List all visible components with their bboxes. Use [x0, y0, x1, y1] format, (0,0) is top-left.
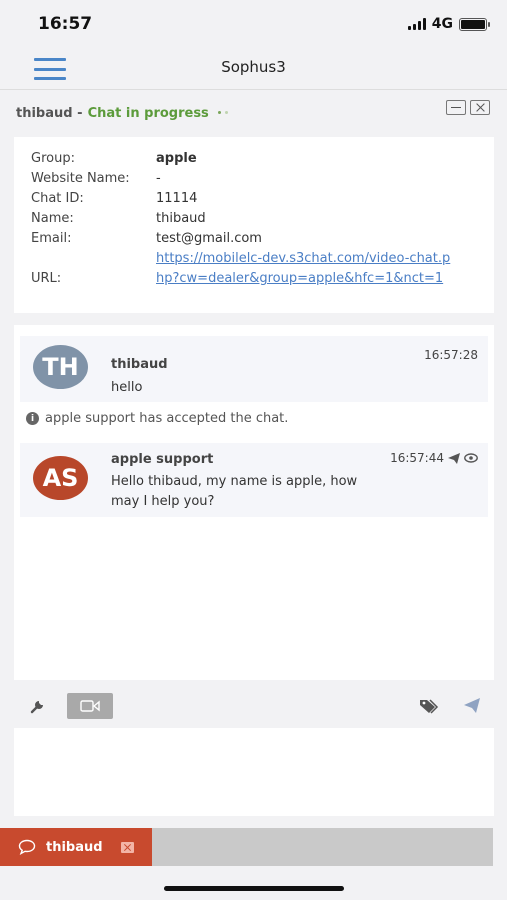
avatar: AS: [33, 456, 88, 500]
info-value: -: [156, 171, 161, 186]
message-sender: thibaud: [111, 357, 168, 372]
message-text: hello: [111, 380, 143, 395]
wrench-icon[interactable]: [30, 698, 46, 714]
info-row-url: URL: https://mobilelc-dev.s3chat.com/vid…: [31, 249, 494, 289]
message-input[interactable]: [14, 728, 494, 816]
battery-icon: [459, 17, 490, 31]
minimize-icon[interactable]: [446, 100, 466, 115]
message-time-group: 16:57:44: [390, 451, 478, 465]
avatar: TH: [33, 345, 88, 389]
info-icon: i: [26, 412, 39, 425]
info-label: Name:: [31, 211, 74, 226]
video-icon: [80, 700, 100, 712]
send-icon[interactable]: [464, 698, 480, 713]
info-row-name: Name: thibaud: [31, 209, 494, 229]
message-list: TH thibaud hello 16:57:28 i apple suppor…: [14, 325, 494, 680]
message-item: AS apple support Hello thibaud, my name …: [20, 443, 488, 517]
chat-status: Chat in progress: [87, 106, 209, 121]
close-icon[interactable]: [120, 841, 134, 853]
message-text: Hello thibaud, my name is apple, how may…: [111, 474, 358, 509]
chat-info-panel: Group: apple Website Name: - Chat ID: 11…: [14, 137, 494, 313]
info-label: Website Name:: [31, 171, 130, 186]
info-label: Chat ID:: [31, 191, 84, 206]
signal-icon: [407, 18, 426, 30]
chat-visitor-name: thibaud -: [16, 106, 83, 121]
chat-bubble-icon: [18, 839, 36, 855]
status-bar: 16:57 4G: [0, 0, 507, 46]
app-header: Sophus3: [0, 46, 507, 90]
system-message: i apple support has accepted the chat.: [26, 411, 288, 426]
status-time: 16:57: [38, 14, 93, 34]
chat-tab-label: thibaud: [46, 839, 103, 855]
info-row-website: Website Name: -: [31, 169, 494, 189]
chat-toolbar: [14, 690, 494, 722]
info-row-group: Group: apple: [31, 149, 494, 169]
sent-icon: [448, 452, 460, 464]
video-button[interactable]: [67, 693, 113, 719]
status-indicators: 4G: [407, 16, 490, 32]
tag-icon[interactable]: [419, 698, 439, 714]
seen-icon: [464, 453, 478, 463]
chat-tab-thibaud[interactable]: thibaud: [0, 828, 152, 866]
close-icon[interactable]: [470, 100, 490, 115]
home-indicator: [164, 886, 344, 891]
message-time: 16:57:44: [390, 451, 444, 465]
network-type: 4G: [431, 16, 453, 32]
system-message-text: apple support has accepted the chat.: [45, 411, 289, 426]
typing-dots-icon: [217, 102, 232, 121]
info-value: 11114: [156, 191, 198, 206]
message-sender: apple support: [111, 452, 214, 467]
info-value: test@gmail.com: [156, 231, 262, 246]
app-title: Sophus3: [221, 58, 286, 76]
message-time: 16:57:28: [424, 348, 478, 362]
info-label: Group:: [31, 151, 75, 166]
info-label: URL:: [31, 271, 62, 286]
info-value: apple: [156, 151, 197, 166]
info-row-chat-id: Chat ID: 11114: [31, 189, 494, 209]
chat-tabs-bar: thibaud: [0, 828, 493, 866]
chat-header: thibaud - Chat in progress: [16, 100, 492, 122]
info-row-email: Email: test@gmail.com: [31, 229, 494, 249]
message-item: TH thibaud hello 16:57:28: [20, 336, 488, 402]
url-link[interactable]: https://mobilelc-dev.s3chat.com/video-ch…: [156, 249, 456, 289]
info-value: thibaud: [156, 211, 206, 226]
info-label: Email:: [31, 231, 72, 246]
